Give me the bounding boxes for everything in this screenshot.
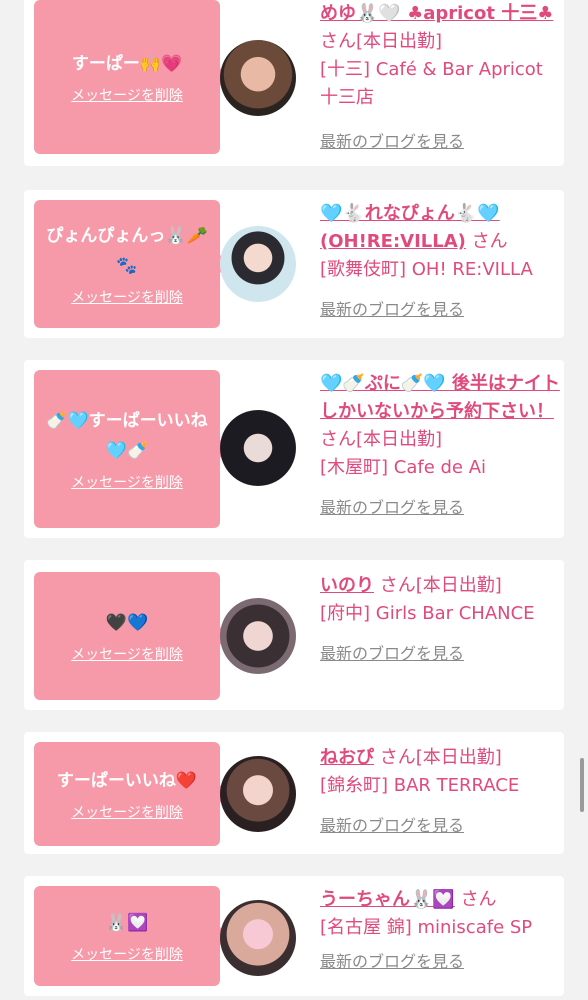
store-name: [十三] Café & Bar Apricot 十三店	[320, 59, 543, 108]
delete-message-link[interactable]: メッセージを削除	[71, 944, 183, 964]
cast-suffix: さん[本日出勤]	[320, 31, 443, 52]
delete-message-link[interactable]: メッセージを削除	[71, 644, 183, 664]
latest-blog-link[interactable]: 最新のブログを見る	[320, 816, 464, 835]
scrollbar[interactable]	[580, 758, 584, 812]
cast-suffix: さん[本日出勤]	[379, 747, 502, 768]
message-card: 🖤💙 メッセージを削除 いのり さん[本日出勤] [府中] Girls Bar …	[24, 560, 564, 710]
avatar[interactable]	[220, 756, 296, 832]
avatar[interactable]	[220, 900, 296, 976]
latest-blog-link[interactable]: 最新のブログを見る	[320, 644, 464, 663]
avatar[interactable]	[220, 598, 296, 674]
latest-blog-link[interactable]: 最新のブログを見る	[320, 132, 464, 151]
message-card: 🍼🩵すーぱーいいね🩵🍼 メッセージを削除 🩵🍼ぷに🍼🩵 後半はナイトしかいないか…	[24, 360, 564, 538]
message-bubble: 🖤💙 メッセージを削除	[34, 572, 229, 700]
store-name: [錦糸町] BAR TERRACE	[320, 775, 520, 796]
delete-message-link[interactable]: メッセージを削除	[71, 287, 183, 307]
store-name: [木屋町] Cafe de Ai	[320, 457, 487, 478]
avatar[interactable]	[220, 410, 296, 486]
delete-message-link[interactable]: メッセージを削除	[71, 85, 183, 105]
store-name: [名古屋 錦] miniscafe SP	[320, 917, 533, 938]
message-text: すーぱー🙌💗	[71, 54, 183, 74]
cast-name-link[interactable]: うーちゃん🐰💟	[320, 889, 455, 910]
message-bubble: 🐰💟 メッセージを削除	[34, 886, 229, 986]
message-text: 🖤💙	[105, 613, 149, 633]
cast-name-link[interactable]: 🩵🍼ぷに🍼🩵 後半はナイトしかいないから予約下さい！	[320, 373, 560, 422]
message-text: 🍼🩵すーぱーいいね🩵🍼	[46, 411, 208, 461]
cast-name-link[interactable]: いのり	[320, 575, 374, 596]
store-name: [府中] Girls Bar CHANCE	[320, 603, 535, 624]
cast-suffix: さん	[471, 231, 508, 252]
message-bubble: 🍼🩵すーぱーいいね🩵🍼 メッセージを削除	[34, 370, 229, 528]
cast-suffix: さん[本日出勤]	[379, 575, 502, 596]
message-card: 🐰💟 メッセージを削除 うーちゃん🐰💟 さん [名古屋 錦] miniscafe…	[24, 876, 564, 996]
cast-name-link[interactable]: ねおぴ	[320, 747, 374, 768]
message-bubble: すーぱー🙌💗 メッセージを削除	[34, 0, 229, 154]
latest-blog-link[interactable]: 最新のブログを見る	[320, 300, 464, 319]
message-text: 🐰💟	[105, 913, 149, 933]
message-card: ぴょんぴょんっ🐰🥕🐾 メッセージを削除 🩵🐇れなぴょん🐇🩵 (OH!RE:VIL…	[24, 190, 564, 338]
cast-name-link[interactable]: めゆ🐰🤍 ♣apricot 十三♣	[320, 3, 553, 24]
avatar[interactable]	[220, 40, 296, 116]
avatar[interactable]	[220, 226, 296, 302]
cast-suffix: さん[本日出勤]	[320, 429, 443, 450]
message-bubble: ぴょんぴょんっ🐰🥕🐾 メッセージを削除	[34, 200, 229, 328]
delete-message-link[interactable]: メッセージを削除	[71, 802, 183, 822]
message-text: すーぱーいいね❤️	[56, 771, 198, 791]
cast-suffix: さん	[460, 889, 497, 910]
message-text: ぴょんぴょんっ🐰🥕🐾	[46, 226, 208, 276]
message-card: すーぱーいいね❤️ メッセージを削除 ねおぴ さん[本日出勤] [錦糸町] BA…	[24, 732, 564, 854]
latest-blog-link[interactable]: 最新のブログを見る	[320, 952, 464, 971]
latest-blog-link[interactable]: 最新のブログを見る	[320, 498, 464, 517]
delete-message-link[interactable]: メッセージを削除	[71, 472, 183, 492]
message-card: すーぱー🙌💗 メッセージを削除 めゆ🐰🤍 ♣apricot 十三♣ さん[本日出…	[24, 0, 564, 166]
store-name: [歌舞伎町] OH! RE:VILLA	[320, 259, 533, 280]
message-bubble: すーぱーいいね❤️ メッセージを削除	[34, 742, 229, 846]
